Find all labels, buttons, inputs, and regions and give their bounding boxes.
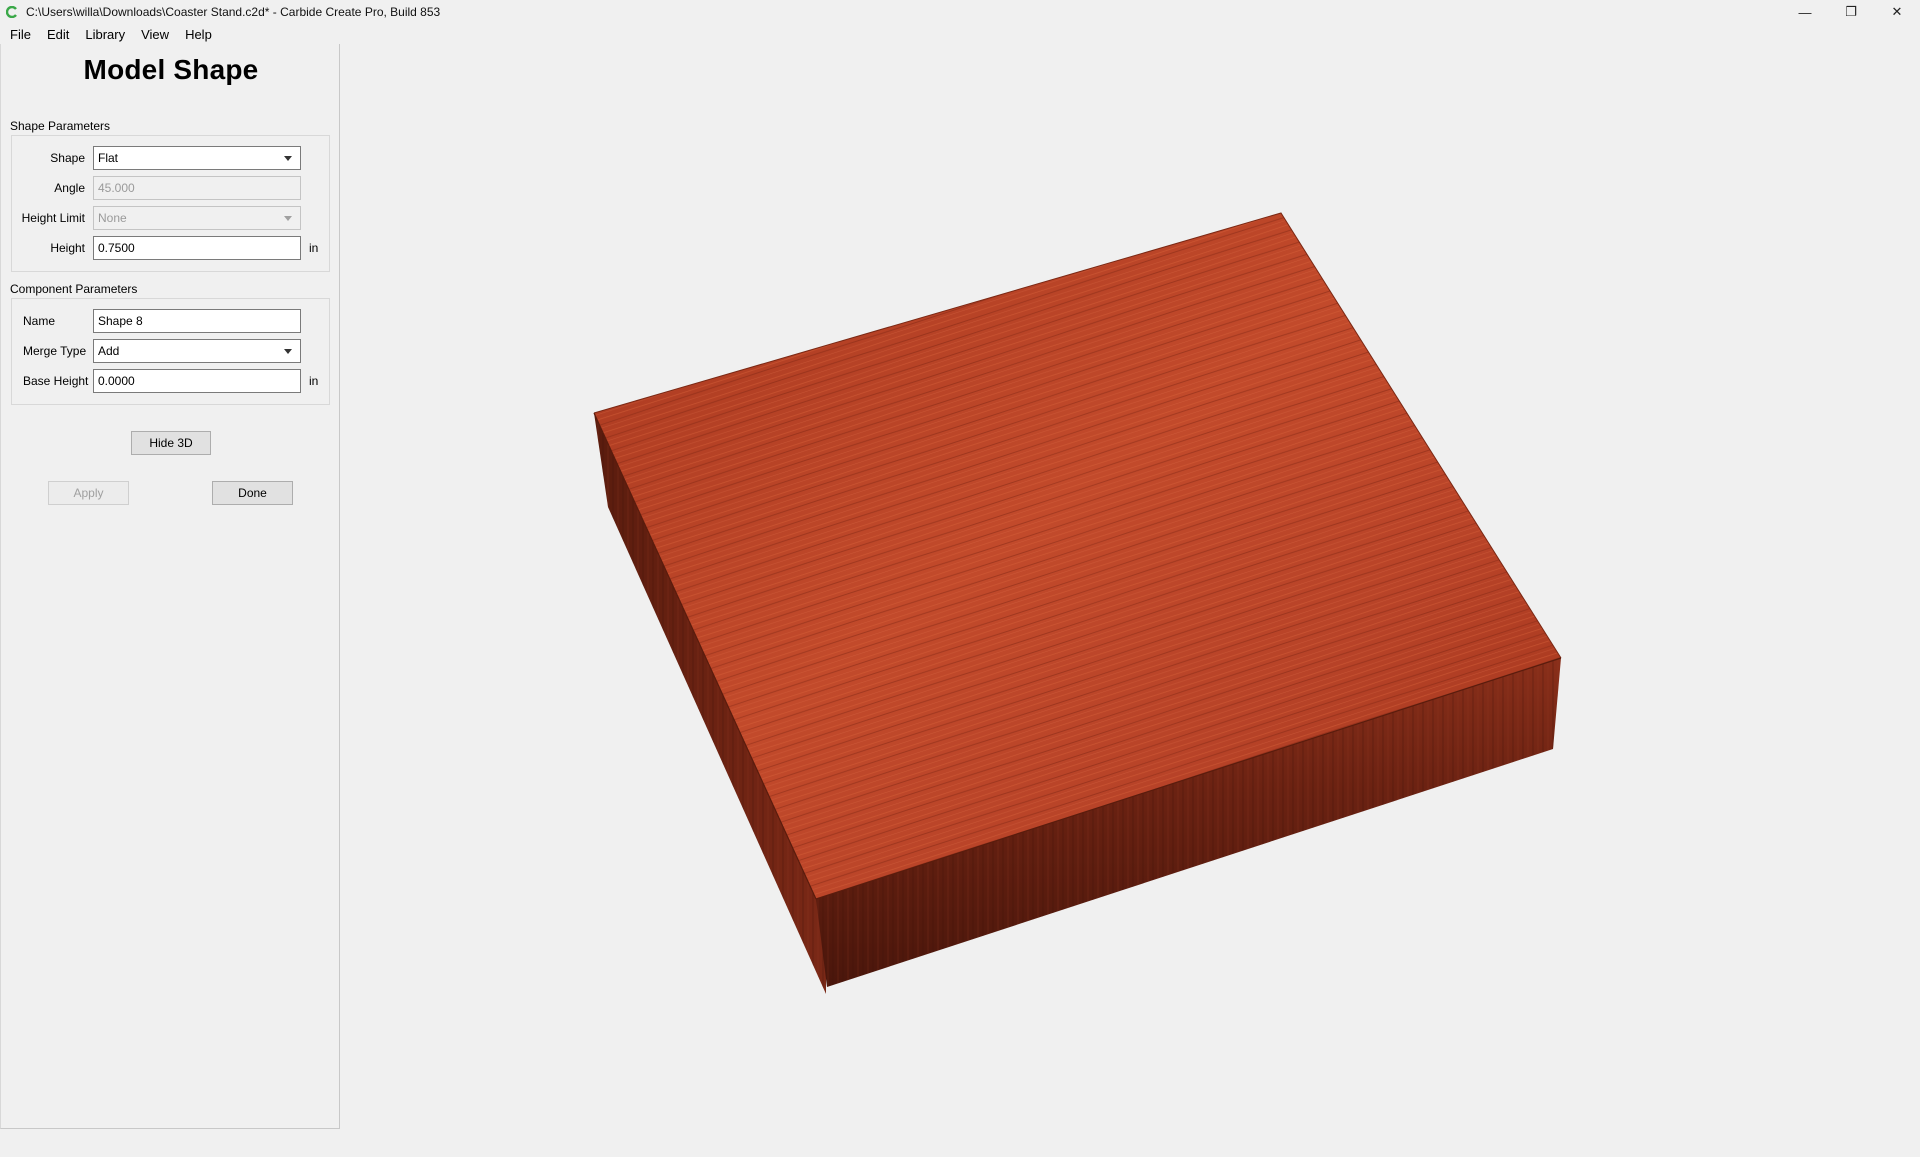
model-shape-panel: Model Shape Shape Parameters Shape Flat … — [0, 44, 340, 1129]
window-title: C:\Users\willa\Downloads\Coaster Stand.c… — [26, 5, 441, 19]
shape-label: Shape — [50, 151, 85, 165]
angle-label: Angle — [54, 181, 85, 195]
angle-input: 45.000 — [93, 176, 301, 200]
shape-parameters-label: Shape Parameters — [10, 119, 111, 133]
name-input[interactable]: Shape 8 — [93, 309, 301, 333]
done-button[interactable]: Done — [212, 481, 293, 505]
height-limit-value: None — [98, 211, 127, 225]
menu-library[interactable]: Library — [79, 27, 131, 42]
component-parameters-group: Name Shape 8 Merge Type Add Base Height … — [11, 298, 330, 405]
name-label: Name — [23, 314, 56, 328]
apply-button: Apply — [48, 481, 129, 505]
shape-select-value: Flat — [98, 151, 119, 165]
restore-button[interactable]: ❐ — [1828, 0, 1874, 24]
close-button[interactable]: ✕ — [1874, 0, 1920, 24]
window-controls: — ❐ ✕ — [1782, 0, 1920, 24]
title-bar: C:\Users\willa\Downloads\Coaster Stand.c… — [0, 0, 1920, 24]
merge-type-label: Merge Type — [23, 344, 87, 358]
menu-bar: File Edit Library View Help — [0, 24, 1920, 44]
height-limit-label: Height Limit — [21, 211, 85, 225]
name-value: Shape 8 — [98, 314, 143, 328]
height-label: Height — [50, 241, 85, 255]
angle-value: 45.000 — [98, 181, 135, 195]
panel-title: Model Shape — [83, 54, 259, 85]
minimize-icon: — — [1798, 4, 1812, 20]
menu-edit[interactable]: Edit — [41, 27, 75, 42]
wood-block-render — [593, 212, 1562, 994]
menu-file[interactable]: File — [4, 27, 37, 42]
base-height-unit: in — [309, 374, 319, 388]
height-limit-select: None — [93, 206, 301, 230]
height-input[interactable]: 0.7500 — [93, 236, 301, 260]
3d-viewport[interactable] — [341, 44, 1920, 1152]
minimize-button[interactable]: — — [1782, 0, 1828, 24]
chevron-down-icon — [284, 156, 292, 161]
base-height-value: 0.0000 — [98, 374, 135, 388]
menu-view[interactable]: View — [135, 27, 175, 42]
restore-icon: ❐ — [1845, 4, 1857, 19]
carbide-app-icon — [5, 5, 19, 19]
height-value: 0.7500 — [98, 241, 135, 255]
chevron-down-icon — [284, 216, 292, 221]
merge-type-value: Add — [98, 344, 120, 358]
merge-type-select[interactable]: Add — [93, 339, 301, 363]
menu-help[interactable]: Help — [179, 27, 218, 42]
height-unit: in — [309, 241, 319, 255]
close-icon: ✕ — [1891, 4, 1903, 19]
component-parameters-label: Component Parameters — [10, 282, 138, 296]
shape-parameters-group: Shape Flat Angle 45.000 Height Limit Non… — [11, 135, 330, 272]
base-height-label: Base Height — [23, 374, 89, 388]
base-height-input[interactable]: 0.0000 — [93, 369, 301, 393]
chevron-down-icon — [284, 349, 292, 354]
shape-select[interactable]: Flat — [93, 146, 301, 170]
hide-3d-button[interactable]: Hide 3D — [131, 431, 211, 455]
